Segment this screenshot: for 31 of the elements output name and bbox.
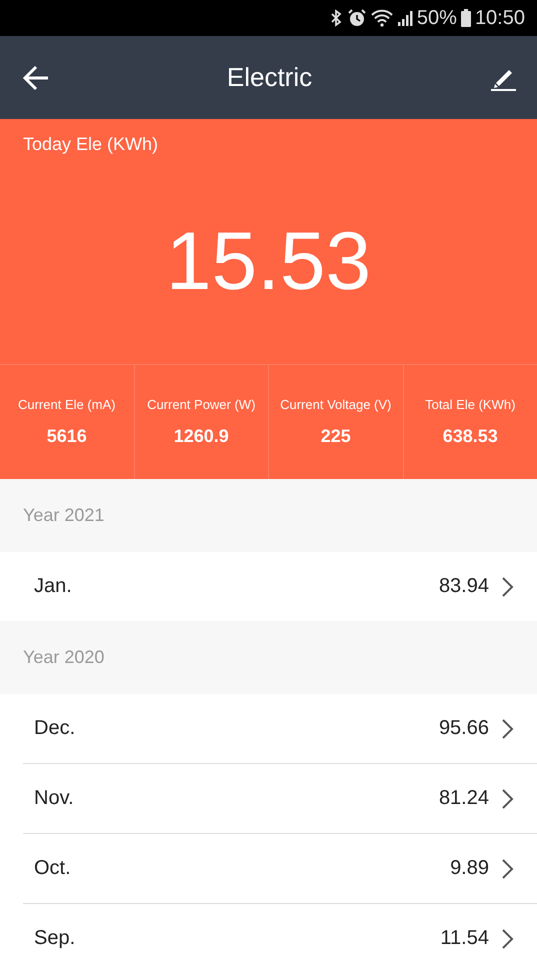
stat-value: 638.53 <box>442 426 498 447</box>
month-row[interactable]: Oct. 9.89 <box>23 833 537 903</box>
screen-title: Electric <box>226 62 312 93</box>
clock-time: 10:50 <box>474 6 525 30</box>
back-button[interactable] <box>22 64 50 92</box>
chevron-icon <box>501 858 515 880</box>
year-heading: Year 2021 <box>23 505 104 526</box>
battery-icon <box>460 9 471 27</box>
chevron-icon <box>501 788 515 810</box>
battery-percentage: 50% <box>416 6 457 30</box>
stat-value: 1260.9 <box>174 426 229 447</box>
stat-label: Current Ele (mA) <box>18 397 116 412</box>
today-label: Today Ele (KWh) <box>23 134 158 154</box>
chevron-icon <box>501 928 515 950</box>
chevron-icon <box>501 576 515 598</box>
bluetooth-icon <box>328 9 343 27</box>
month-row[interactable]: Sep. 11.54 <box>23 903 537 955</box>
stat-value: 225 <box>320 426 351 447</box>
stat-label: Total Ele (KWh) <box>425 397 516 412</box>
alarm-icon <box>346 8 367 28</box>
stat-label: Current Voltage (V) <box>280 397 392 412</box>
year-heading: Year 2020 <box>23 647 104 668</box>
chevron-icon <box>501 718 515 740</box>
month-row[interactable]: Nov. 81.24 <box>23 763 537 833</box>
month-row[interactable]: Jan. 83.94 <box>23 552 537 621</box>
stat-value: 5616 <box>46 426 87 447</box>
wifi-icon <box>370 9 393 27</box>
signal-icon <box>396 9 413 27</box>
month-row[interactable]: Dec. 95.66 <box>23 694 537 763</box>
stat-label: Current Power (W) <box>147 397 256 412</box>
today-value: 15.53 <box>166 215 372 309</box>
